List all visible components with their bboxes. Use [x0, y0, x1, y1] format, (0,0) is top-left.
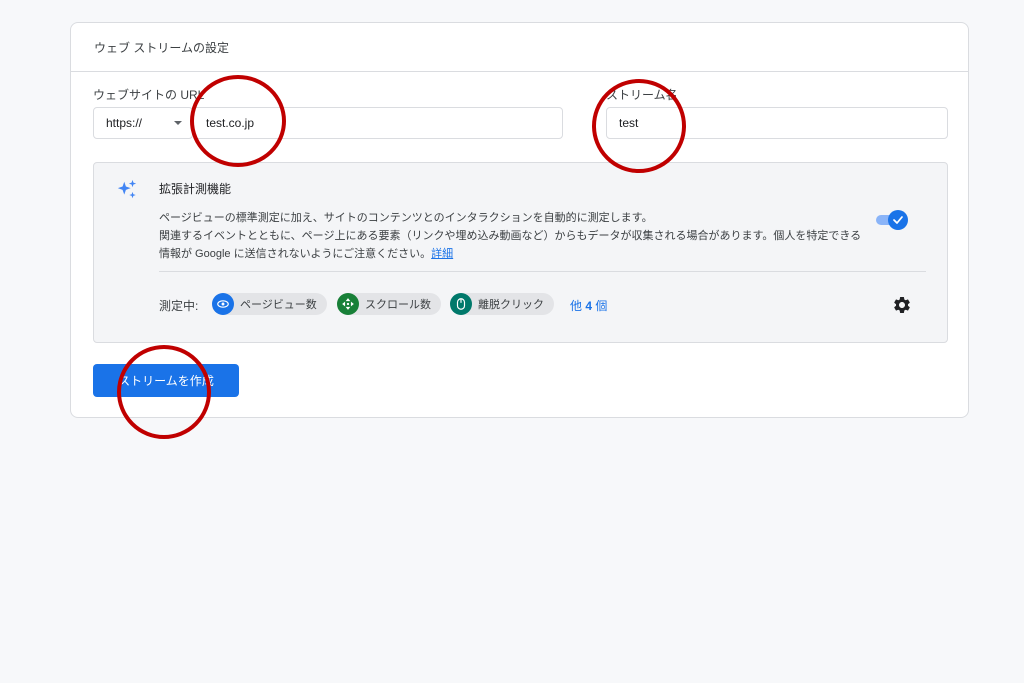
chip-page-views: ページビュー数: [212, 293, 327, 315]
chip-label: ページビュー数: [240, 299, 317, 311]
mouse-icon: [450, 293, 472, 315]
web-stream-settings-card: ウェブ ストリームの設定 ウェブサイトの URL https:// test.c…: [70, 22, 969, 418]
chip-outbound-clicks: 離脱クリック: [450, 293, 554, 315]
more-suffix: 個: [595, 299, 608, 313]
description-line: 関連するイベントとともに、ページ上にある要素（リンクや埋め込み動画など）からもデ…: [159, 230, 862, 242]
chip-label: スクロール数: [365, 299, 431, 311]
enhanced-measurement-description: ページビューの標準測定に加え、サイトのコンテンツとのインタラクションを自動的に測…: [159, 209, 879, 263]
description-line: 情報が Google に送信されないようにご注意ください。: [159, 248, 432, 260]
measuring-label: 測定中:: [159, 299, 199, 313]
card-header: ウェブ ストリームの設定: [71, 23, 968, 72]
create-stream-button[interactable]: ストリームを作成: [93, 364, 239, 397]
website-url-value: test.co.jp: [206, 116, 255, 130]
chip-scrolls: スクロール数: [337, 293, 441, 315]
more-count: 4: [585, 299, 593, 313]
details-link[interactable]: 詳細: [431, 248, 453, 260]
enhanced-measurement-title: 拡張計測機能: [159, 182, 232, 196]
protocol-value: https://: [106, 116, 143, 130]
chip-label: 離脱クリック: [478, 299, 544, 311]
card-title: ウェブ ストリームの設定: [94, 40, 229, 55]
stream-name-value: test: [619, 116, 639, 130]
divider: [159, 271, 926, 272]
gear-icon[interactable]: [892, 295, 912, 315]
sparkle-icon: [117, 179, 137, 199]
description-line: ページビューの標準測定に加え、サイトのコンテンツとのインタラクションを自動的に測…: [159, 212, 653, 224]
check-icon: [893, 216, 903, 224]
eye-icon: [212, 293, 234, 315]
website-url-label: ウェブサイトの URL: [93, 88, 205, 102]
dropdown-arrow-icon: [174, 121, 182, 125]
more-prefix: 他: [570, 299, 583, 313]
toggle-thumb: [888, 210, 908, 230]
protocol-select[interactable]: https://: [93, 107, 193, 139]
enhanced-measurement-panel: 拡張計測機能 ページビューの標準測定に加え、サイトのコンテンツとのインタラクショ…: [93, 162, 948, 343]
website-url-input[interactable]: test.co.jp: [193, 107, 563, 139]
scroll-icon: [337, 293, 359, 315]
enhanced-measurement-toggle[interactable]: [874, 210, 908, 230]
stream-name-label: ストリーム名: [606, 88, 678, 102]
more-events-link[interactable]: 他 4 個: [570, 297, 607, 314]
stream-name-input[interactable]: test: [606, 107, 948, 139]
